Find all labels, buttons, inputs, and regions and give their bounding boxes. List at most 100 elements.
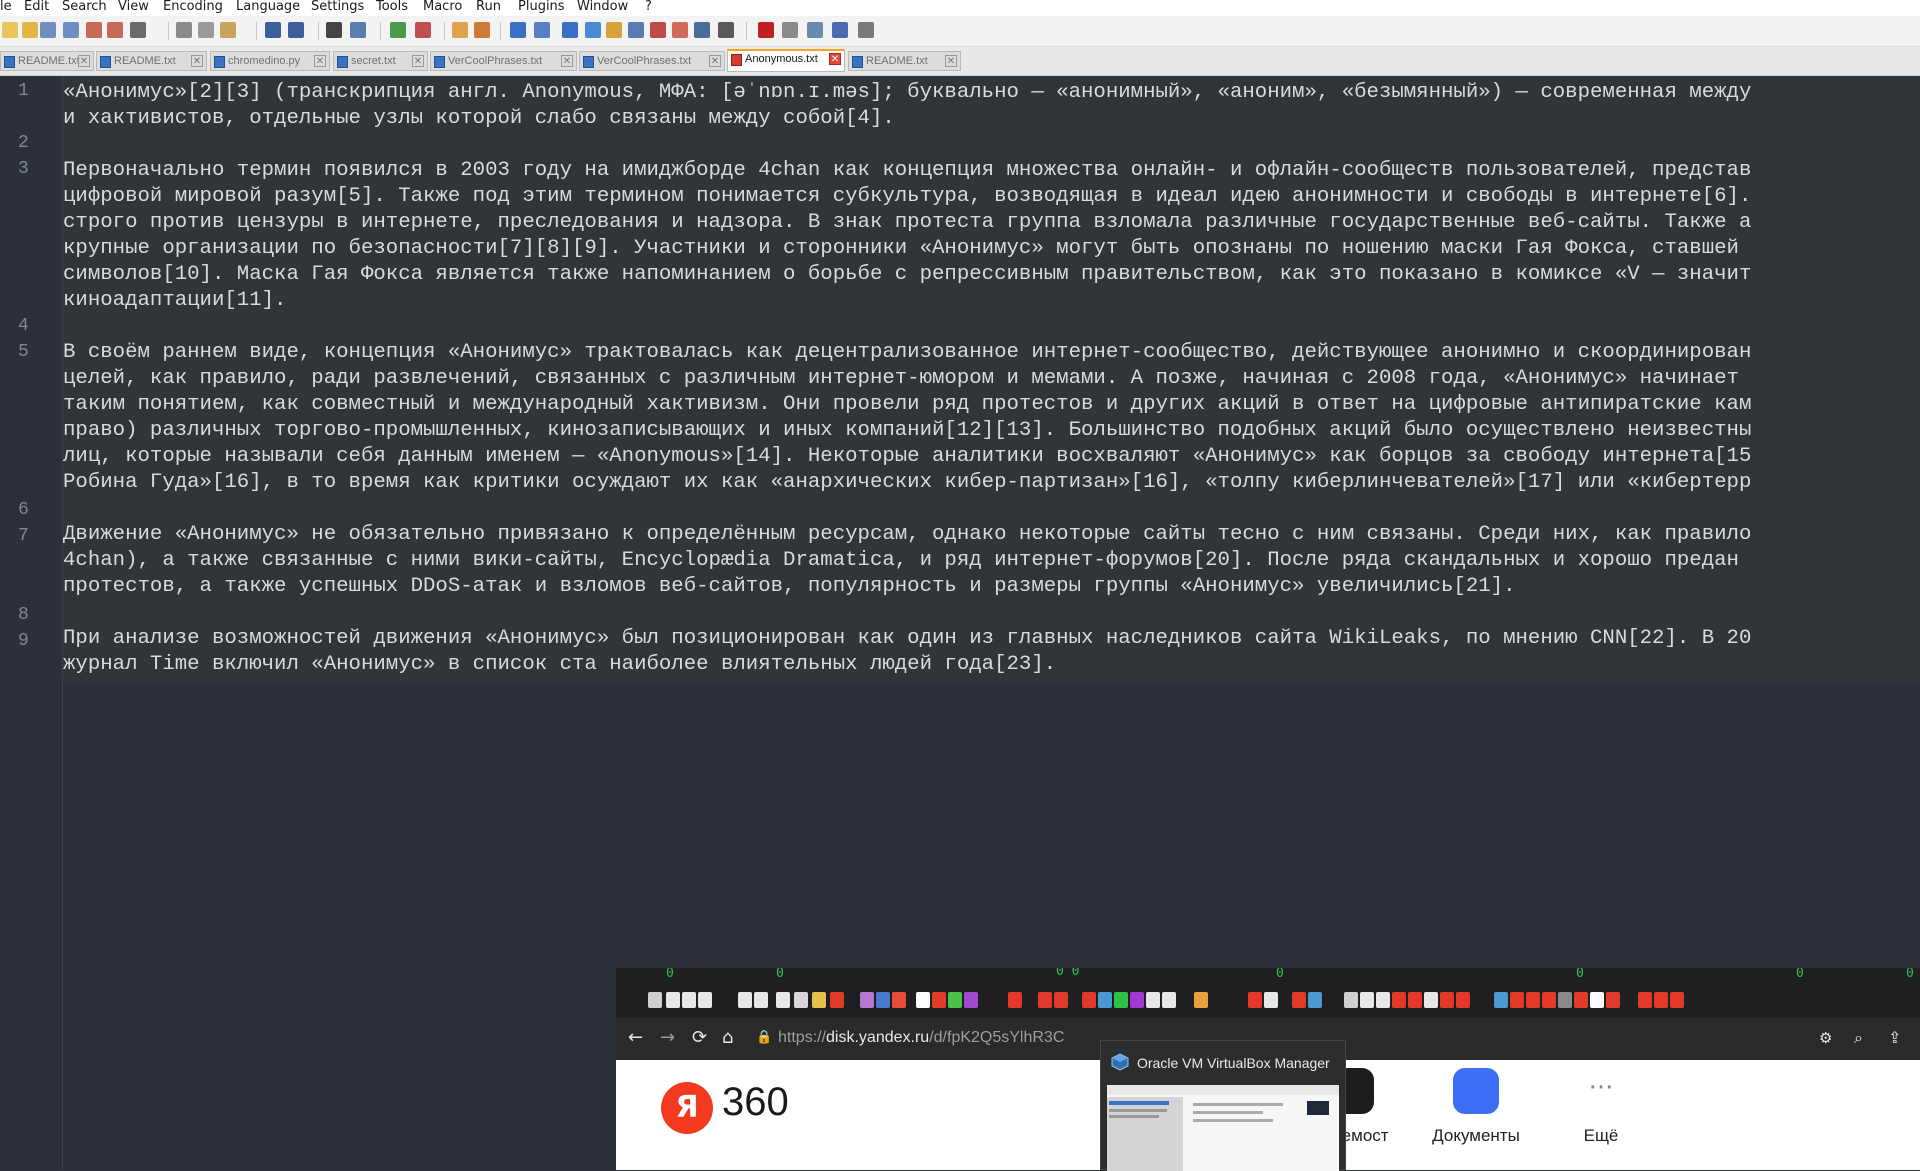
site-settings-icon[interactable]: ⚙: [1819, 1029, 1832, 1047]
stop-macro-icon[interactable]: [782, 22, 798, 38]
record-macro-icon[interactable]: [758, 22, 774, 38]
save-macro-icon[interactable]: [858, 22, 874, 38]
tab-readme-1[interactable]: README.txt ✕: [0, 51, 94, 71]
open-file-icon[interactable]: [22, 22, 38, 38]
taskbar-thumbnail[interactable]: Oracle VM VirtualBox Manager: [1100, 1040, 1346, 1171]
menu-encoding[interactable]: Encoding: [163, 0, 223, 14]
bookmark-icon[interactable]: [1130, 992, 1144, 1008]
tab-vercoolphrases-2[interactable]: VerCoolPhrases.txt ✕: [579, 51, 725, 71]
sync-horizontal-icon[interactable]: [474, 22, 490, 38]
view-icon[interactable]: [694, 22, 710, 38]
tab-readme-2[interactable]: README.txt ✕: [96, 51, 207, 71]
copy-icon[interactable]: [198, 22, 214, 38]
tab-secret[interactable]: secret.txt ✕: [333, 51, 428, 71]
bookmark-icon[interactable]: [1408, 992, 1422, 1008]
menu-language[interactable]: Language: [236, 0, 300, 14]
tab-close-icon[interactable]: ✕: [709, 55, 721, 67]
bookmark-icon[interactable]: [1038, 992, 1052, 1008]
tab-close-icon[interactable]: ✕: [561, 55, 573, 67]
bookmark-icon[interactable]: [1392, 992, 1406, 1008]
cut-icon[interactable]: [176, 22, 192, 38]
tab-close-icon[interactable]: ✕: [314, 55, 326, 67]
tab-chromedino[interactable]: chromedino.py ✕: [210, 51, 330, 71]
zoom-in-icon[interactable]: [390, 22, 406, 38]
yandex-logo[interactable]: Я: [661, 1082, 713, 1134]
tab-close-icon[interactable]: ✕: [829, 53, 841, 65]
bookmark-icon[interactable]: [1114, 992, 1128, 1008]
doc-map-icon[interactable]: [606, 22, 622, 38]
print-icon[interactable]: [130, 22, 146, 38]
bookmark-icon[interactable]: [1456, 992, 1470, 1008]
play-macro-icon[interactable]: [807, 22, 823, 38]
tab-vercoolphrases-1[interactable]: VerCoolPhrases.txt ✕: [430, 51, 577, 71]
bookmark-icon[interactable]: [1194, 992, 1208, 1008]
bookmark-icon[interactable]: [1008, 992, 1022, 1008]
bookmark-icon[interactable]: [1590, 992, 1604, 1008]
app-more[interactable]: ··· Ещё: [1546, 1068, 1656, 1146]
new-file-icon[interactable]: [2, 22, 18, 38]
menu-run[interactable]: Run: [476, 0, 501, 14]
bookmark-icon[interactable]: [830, 992, 844, 1008]
close-file-icon[interactable]: [86, 22, 102, 38]
share-icon[interactable]: ⇪: [1888, 1028, 1901, 1047]
bookmark-icon[interactable]: [776, 992, 790, 1008]
bookmark-icon[interactable]: [876, 992, 890, 1008]
close-all-icon[interactable]: [107, 22, 123, 38]
sync-vertical-icon[interactable]: [452, 22, 468, 38]
replace-icon[interactable]: [350, 22, 366, 38]
bookmark-icon[interactable]: [1344, 992, 1358, 1008]
tab-close-icon[interactable]: ✕: [412, 55, 424, 67]
bookmark-icon[interactable]: [794, 992, 808, 1008]
zoom-icon[interactable]: ⌕: [1854, 1028, 1863, 1048]
save-icon[interactable]: [40, 22, 56, 38]
forward-icon[interactable]: →: [660, 1027, 675, 1048]
bookmark-icon[interactable]: [860, 992, 874, 1008]
home-icon[interactable]: ⌂: [722, 1027, 733, 1048]
bookmark-icon[interactable]: [1292, 992, 1306, 1008]
bookmark-icon[interactable]: [754, 992, 768, 1008]
save-all-icon[interactable]: [63, 22, 79, 38]
bookmark-icon[interactable]: [1606, 992, 1620, 1008]
redo-icon[interactable]: [288, 22, 304, 38]
bookmark-icon[interactable]: [1424, 992, 1438, 1008]
function-list-icon[interactable]: [628, 22, 644, 38]
bookmark-icon[interactable]: [738, 992, 752, 1008]
bookmark-icon[interactable]: [682, 992, 696, 1008]
bookmark-icon[interactable]: [932, 992, 946, 1008]
app-documents[interactable]: Документы: [1421, 1068, 1531, 1146]
monitoring-icon[interactable]: [672, 22, 688, 38]
bookmark-icon[interactable]: [1308, 992, 1322, 1008]
language-icon[interactable]: [585, 22, 601, 38]
bookmark-icon[interactable]: [1440, 992, 1454, 1008]
undo-icon[interactable]: [265, 22, 281, 38]
bookmark-icon[interactable]: [1574, 992, 1588, 1008]
bookmark-icon[interactable]: [1654, 992, 1668, 1008]
bookmark-icon[interactable]: [698, 992, 712, 1008]
tab-close-icon[interactable]: ✕: [945, 55, 957, 67]
show-all-chars-icon[interactable]: [534, 22, 550, 38]
tab-close-icon[interactable]: ✕: [78, 55, 90, 67]
find-icon[interactable]: [326, 22, 342, 38]
word-wrap-icon[interactable]: [510, 22, 526, 38]
bookmark-icon[interactable]: [1670, 992, 1684, 1008]
bookmark-icon[interactable]: [1510, 992, 1524, 1008]
back-icon[interactable]: ←: [628, 1027, 643, 1048]
bookmark-icon[interactable]: [916, 992, 930, 1008]
tab-anonymous[interactable]: Anonymous.txt ✕: [727, 49, 845, 72]
tab-close-icon[interactable]: ✕: [191, 55, 203, 67]
run-macro-multiple-icon[interactable]: [832, 22, 848, 38]
bookmark-icon[interactable]: [812, 992, 826, 1008]
bookmark-icon[interactable]: [892, 992, 906, 1008]
bookmark-icon[interactable]: [1248, 992, 1262, 1008]
menu-help[interactable]: ?: [645, 0, 652, 14]
folder-workspace-icon[interactable]: [650, 22, 666, 38]
bookmark-icon[interactable]: [948, 992, 962, 1008]
zoom-out-icon[interactable]: [415, 22, 431, 38]
menu-plugins[interactable]: Plugins: [518, 0, 565, 14]
bookmark-icon[interactable]: [1162, 992, 1176, 1008]
bookmark-icon[interactable]: [1146, 992, 1160, 1008]
bookmark-icon[interactable]: [1360, 992, 1374, 1008]
bookmark-icon[interactable]: [1558, 992, 1572, 1008]
bookmark-icon[interactable]: [1526, 992, 1540, 1008]
indent-guide-icon[interactable]: [562, 22, 578, 38]
